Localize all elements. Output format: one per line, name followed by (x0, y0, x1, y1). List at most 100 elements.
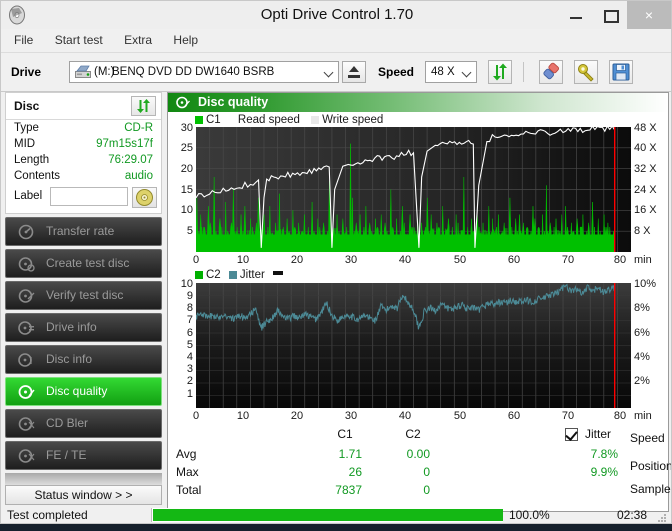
sidebar-item-disc-quality[interactable]: Disc quality (5, 377, 162, 406)
c1-ytick: 25 (180, 142, 193, 154)
toolbar-separator (523, 62, 524, 82)
c2-xtick: 30 (344, 410, 358, 422)
sidebar-item-label: FE / TE (46, 448, 87, 462)
sidebar-item-label: Drive info (46, 320, 97, 334)
c2-xtick: 60 (507, 410, 521, 422)
sidebar-item-verify-test-disc[interactable]: Verify test disc (5, 281, 162, 310)
erase-button[interactable] (539, 60, 563, 84)
refresh-button[interactable] (488, 60, 512, 84)
sidebar-item-drive-info[interactable]: Drive info (5, 313, 162, 342)
close-icon: × (644, 7, 654, 23)
disc-row-value: 76:29.07 (108, 154, 153, 166)
refresh-arrows-icon (489, 63, 511, 86)
sidebar-item-label: Transfer rate (46, 224, 115, 238)
bler-icon (18, 416, 35, 432)
panel-header: Disc quality (168, 93, 668, 112)
c1-ytick: 20 (180, 163, 193, 175)
c1-xtick: 10 (236, 254, 250, 266)
refresh-arrows-icon (132, 97, 155, 115)
c1-right-tick: 48 X (634, 122, 657, 134)
disc-row-value: 97m15s17f (96, 138, 153, 150)
maximize-button[interactable] (593, 1, 627, 29)
menu-item-extra[interactable]: Extra (115, 29, 161, 52)
disc-row-contents: Contents audio (6, 168, 161, 184)
menu-item-file[interactable]: File (5, 29, 42, 52)
sidebar-item-transfer-rate[interactable]: Transfer rate (5, 217, 162, 246)
fete-icon (18, 448, 35, 464)
c1-ytick: 10 (180, 204, 193, 216)
c2-ytick: 2 (186, 375, 193, 387)
c1-xtick: 0 (192, 254, 200, 266)
jitter-right-tick: 4% (634, 351, 650, 363)
drive-info-icon (18, 320, 35, 336)
stats-row-max-label: Max (176, 465, 199, 479)
sidebar-item-disc-info[interactable]: Disc info (5, 345, 162, 374)
minimize-button[interactable] (559, 1, 593, 29)
c1-read-speed-plot (196, 127, 631, 252)
stats-total-c1: 7837 (335, 483, 362, 497)
c1-xtick: 70 (561, 254, 575, 266)
eject-button[interactable] (342, 61, 366, 83)
toolbar-speed-select[interactable]: 48 X (425, 61, 477, 83)
jitter-right-tick: 6% (634, 327, 650, 339)
jitter-swatch (228, 271, 237, 279)
elapsed-time: 02:38 (616, 508, 647, 522)
stats-avg-c2: 0.00 (406, 447, 430, 461)
disc-refresh-button[interactable] (131, 96, 156, 116)
gauge-icon (18, 224, 35, 240)
disc-row-key: Type (14, 122, 39, 134)
stats-row-avg-label: Avg (176, 447, 197, 461)
c2-xtick: 10 (236, 410, 250, 422)
c1-ytick: 30 (180, 122, 193, 134)
stats-avg-jitter: 7.8% (590, 447, 618, 461)
jitter-checkbox[interactable] (565, 428, 578, 441)
sidebar-item-label: Create test disc (46, 256, 130, 270)
c1-xtick: 30 (344, 254, 358, 266)
chevron-down-icon[interactable] (458, 62, 476, 82)
chevron-down-icon[interactable] (320, 62, 338, 82)
disc-row-value: audio (124, 170, 153, 182)
resize-grip-icon[interactable] (658, 514, 667, 523)
menu-item-help[interactable]: Help (164, 29, 207, 52)
c2-xtick: 40 (398, 410, 412, 422)
stats-total-c2: 0 (423, 483, 430, 497)
c1-chart-legend: C1 Read speed Write speed (195, 114, 383, 126)
disc-panel: Disc Type CD-R MID 97m15s17f Length 76:2… (5, 92, 162, 214)
drive-label: Drive (11, 65, 42, 79)
disc-quality-panel: Disc quality C1 Read speed Write speed 3… (167, 92, 672, 512)
c1-xtick: 50 (453, 254, 467, 266)
sidebar-item-cd-bler[interactable]: CD Bler (5, 409, 162, 438)
info-position-label: Position (630, 459, 672, 473)
toolbar: Drive (M:) BENQ DVD DD DW1640 BSRB Speed… (1, 53, 671, 92)
desktop-taskbar (0, 524, 672, 531)
disc-row-key: Contents (14, 170, 61, 182)
c2-chart-legend: C2 Jitter (195, 269, 286, 281)
c2-xaxis-unit: min (634, 410, 652, 422)
left-column: Disc Type CD-R MID 97m15s17f Length 76:2… (5, 92, 162, 505)
c2-ytick: 8 (186, 302, 193, 314)
sidebar-item-label: CD Bler (46, 416, 89, 430)
c2-xtick: 70 (561, 410, 575, 422)
stats-avg-c1: 1.71 (338, 447, 362, 461)
tools-button[interactable] (574, 60, 598, 84)
speed-label: Speed (378, 65, 415, 79)
cd-disc-icon (133, 188, 156, 207)
legend-label-write-speed: Write speed (322, 114, 384, 126)
stats-max-c1: 26 (348, 465, 362, 479)
sidebar-item-fe-te[interactable]: FE / TE (5, 441, 162, 470)
cd-label-button[interactable] (132, 187, 157, 208)
c2-ytick: 10 (180, 278, 193, 290)
stats-max-c2: 0 (423, 465, 430, 479)
status-window-button[interactable]: Status window > > (5, 485, 162, 505)
status-text: Test completed (7, 508, 88, 522)
menu-item-start-test[interactable]: Start test (46, 29, 112, 52)
disc-label-input[interactable] (50, 187, 128, 206)
drive-select[interactable]: (M:) BENQ DVD DD DW1640 BSRB (69, 61, 339, 83)
sidebar-item-create-test-disc[interactable]: Create test disc (5, 249, 162, 278)
disc-row-key: Length (14, 154, 50, 166)
close-button[interactable]: × (627, 1, 671, 29)
c1-swatch (195, 116, 203, 124)
write-speed-swatch (311, 116, 320, 124)
c2-jitter-plot (196, 283, 631, 408)
save-button[interactable] (609, 60, 633, 84)
